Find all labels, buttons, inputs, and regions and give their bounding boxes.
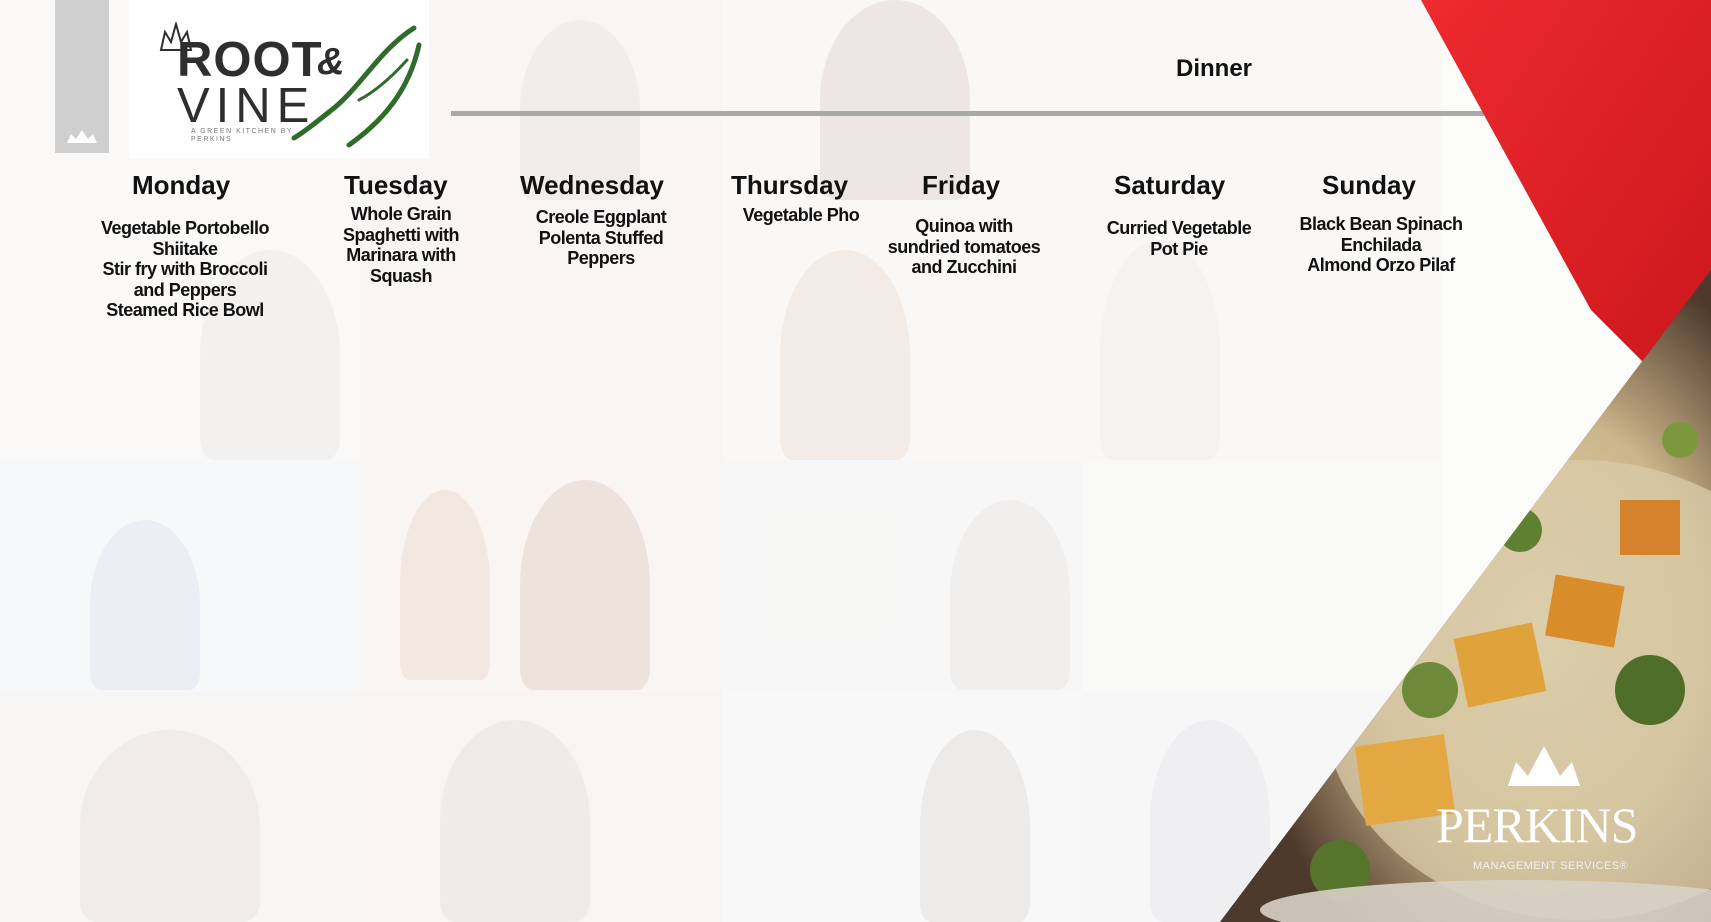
logo-tagline: A GREEN KITCHEN BY PERKINS [191,128,293,143]
menu-item: Polenta Stuffed [538,227,664,248]
menu-item: Spaghetti with [343,224,460,245]
leaf-icon [291,25,422,148]
menu-saturday: Curried Vegetable Pot Pie [1100,218,1258,259]
menu-item: Quinoa with [915,216,1013,236]
menu-tuesday: Whole Grain Spaghetti with Marinara with… [338,204,464,286]
menu-item: Vegetable Portobello [100,218,270,238]
meal-label: Dinner [1176,55,1253,82]
day-sunday: Sunday [1322,170,1416,200]
day-friday: Friday [922,170,1001,200]
crown-icon [67,130,97,143]
menu-item: Stir fry with Broccoli [102,259,268,279]
day-tuesday: Tuesday [344,170,448,200]
menu-item: Steamed Rice Bowl [106,300,264,320]
menu-item: Marinara with [346,245,456,265]
header-divider [451,111,1484,116]
perkins-subtitle: MANAGEMENT SERVICES® [1473,860,1629,872]
menu-item: Vegetable Pho [742,205,860,225]
menu-item: Creole Eggplant [535,207,667,227]
menu-item: Peppers [567,248,635,268]
menu-item: Pot Pie [1150,238,1208,259]
menu-friday: Quinoa with sundried tomatoes and Zucchi… [881,216,1047,278]
day-thursday: Thursday [731,170,849,200]
menu-thursday: Vegetable Pho [736,205,866,226]
day-monday: Monday [132,170,231,200]
perkins-crown-icon [1508,746,1580,786]
menu-wednesday: Creole Eggplant Polenta Stuffed Peppers [530,207,672,269]
perkins-wordmark: PERKINS [1436,797,1638,853]
root-and-vine-logo: ROOT & VINE A GREEN KITCHEN BY PERKINS [129,0,429,158]
menu-monday: Vegetable Portobello Shiitake Stir fry w… [97,218,273,321]
day-wednesday: Wednesday [520,170,665,200]
menu-item: Curried Vegetable [1106,218,1252,238]
side-band [55,0,109,153]
day-saturday: Saturday [1114,170,1226,200]
menu-item: and Peppers [133,279,237,300]
menu-item: sundried tomatoes [887,236,1041,257]
menu-item: and Zucchini [911,257,1017,277]
menu-item: Whole Grain [350,204,452,224]
menu-item: Squash [369,265,433,286]
menu-item: Shiitake [152,238,218,259]
